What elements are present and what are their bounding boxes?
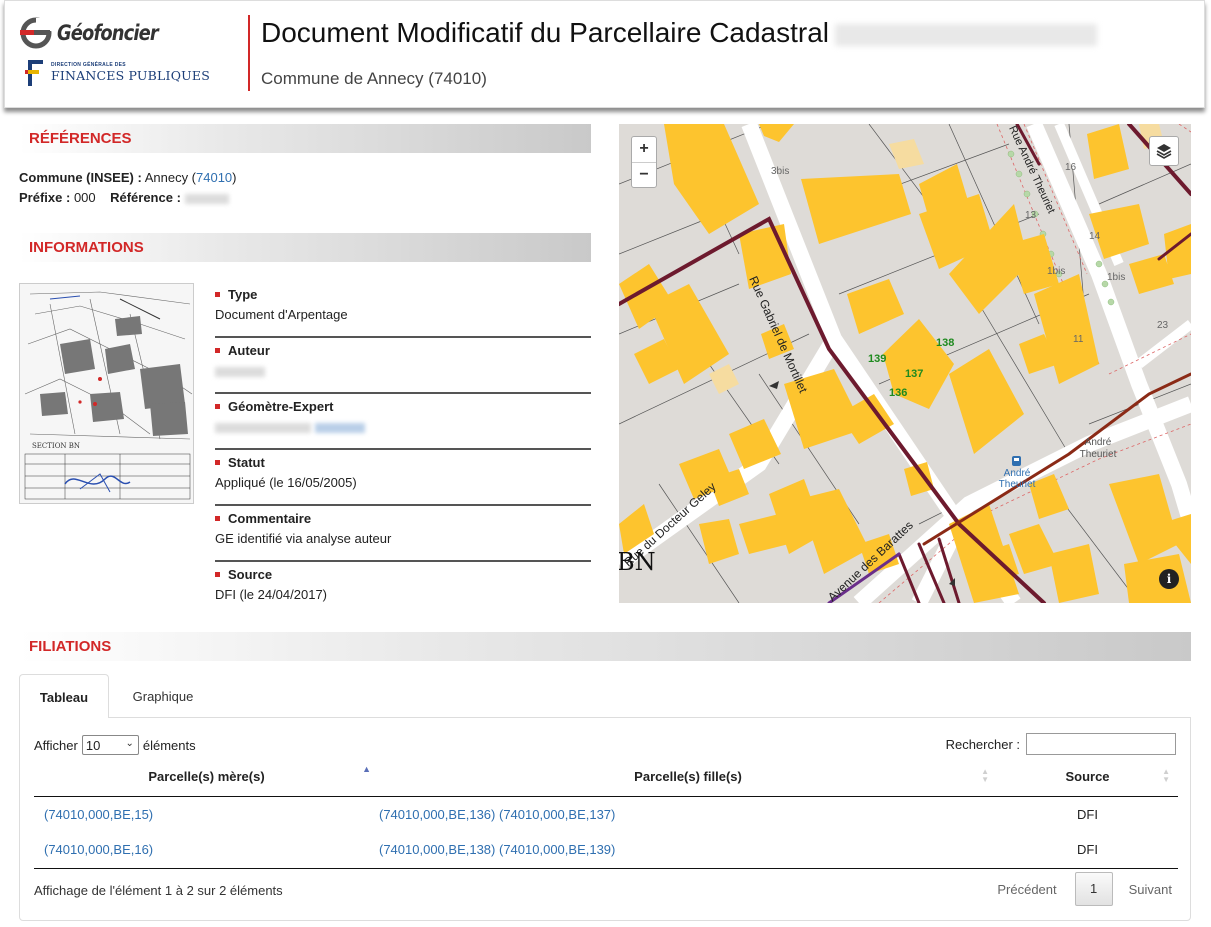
source-cell: DFI [997, 832, 1178, 869]
house-number: 14 [1089, 231, 1101, 242]
filiations-panel: Tableau Graphique Afficher 10 ⌄ éléments… [19, 674, 1191, 921]
tab-tableau-content: Afficher 10 ⌄ éléments Rechercher : Parc… [19, 717, 1191, 921]
info-statut: Statut Appliqué (le 16/05/2005) [215, 450, 591, 506]
table-search: Rechercher : [946, 733, 1176, 755]
zoom-out-button[interactable]: − [632, 163, 656, 189]
parcel-label-137[interactable]: 137 [905, 368, 923, 380]
bus-stop-label: André Theuriet [998, 468, 1036, 490]
table-row: (74010,000,BE,15) (74010,000,BE,136) (74… [34, 796, 1178, 832]
house-number: 3bis [771, 166, 790, 177]
pagination: Précédent 1 Suivant [997, 872, 1172, 906]
sort-ascending-icon: ▲ [362, 764, 371, 774]
redacted-author [215, 366, 265, 377]
header-divider [248, 15, 250, 91]
page-subtitle: Commune de Annecy (74010) [261, 69, 487, 88]
column-header-source[interactable]: Source ▲ ▼ [997, 758, 1178, 797]
redacted-reference [835, 23, 1098, 46]
sort-icon: ▲ ▼ [981, 767, 989, 784]
house-number: 1bis [1107, 272, 1126, 283]
next-button[interactable]: Suivant [1129, 882, 1172, 897]
references-section-bar: RÉFÉRENCES [19, 124, 591, 153]
info-type: Type Document d'Arpentage [215, 282, 591, 338]
redacted-geometre-name [215, 422, 311, 433]
dgfip-big-text: FINANCES PUBLIQUES [51, 68, 210, 84]
layers-button[interactable] [1149, 136, 1179, 166]
informations-section-bar: INFORMATIONS [19, 233, 591, 262]
table-row: (74010,000,BE,16) (74010,000,BE,138) (74… [34, 832, 1178, 869]
informations-heading: INFORMATIONS [29, 239, 144, 256]
previous-button[interactable]: Précédent [997, 882, 1056, 897]
house-number: 13 [1025, 210, 1037, 221]
column-header-filles[interactable]: Parcelle(s) fille(s) ▲ ▼ [379, 758, 997, 797]
page-1-button[interactable]: 1 [1074, 872, 1113, 906]
logos: Géofoncier DIRECTION GÉNÉRALE DES FINANC… [19, 13, 239, 98]
zoom-control: + − [631, 136, 657, 188]
info-commentaire: Commentaire GE identifié via analyse aut… [215, 506, 591, 562]
parcel-label-136[interactable]: 136 [889, 387, 907, 399]
info-auteur: Auteur [215, 338, 591, 394]
house-number: 1bis [1047, 266, 1066, 277]
tab-graphique[interactable]: Graphique [109, 674, 217, 718]
info-source: Source DFI (le 24/04/2017) [215, 567, 328, 602]
zoom-in-button[interactable]: + [632, 137, 656, 163]
info-geometre: Géomètre-Expert [215, 394, 591, 450]
house-number: 11 [1073, 334, 1084, 345]
layers-icon [1156, 144, 1172, 159]
geofoncier-logo[interactable]: Géofoncier [19, 15, 176, 51]
cadastral-map[interactable]: Rue Gabriel de Mortillet Rue du Docteur … [619, 124, 1191, 603]
search-input[interactable] [1026, 733, 1176, 755]
information-list: Type Document d'Arpentage Auteur Géomètr… [215, 282, 591, 618]
parcel-link[interactable]: (74010,000,BE,137) [499, 807, 615, 822]
filiations-heading: FILIATIONS [29, 638, 112, 655]
source-cell: DFI [1077, 806, 1098, 822]
parcel-link[interactable]: (74010,000,BE,15) [44, 807, 153, 822]
bus-stop-icon [1012, 456, 1021, 466]
chevron-down-icon: ⌄ [125, 738, 134, 749]
page-length-control: Afficher 10 ⌄ éléments [34, 735, 196, 755]
dgfip-mark-icon [25, 58, 45, 88]
page-header: Géofoncier DIRECTION GÉNÉRALE DES FINANC… [4, 0, 1205, 108]
house-number: 16 [1065, 162, 1077, 173]
commune-line: Commune (INSEE) : Annecy (74010) [19, 170, 237, 185]
document-thumbnail[interactable]: SECTION BN [19, 283, 194, 504]
tab-tableau[interactable]: Tableau [19, 674, 109, 718]
place-label-theuriet: André Theuriet [1079, 437, 1117, 460]
parcel-link[interactable]: (74010,000,BE,138) [379, 842, 495, 857]
parcel-link[interactable]: (74010,000,BE,139) [499, 842, 615, 857]
parcel-label-138[interactable]: 138 [936, 337, 954, 349]
redacted-geometre-link[interactable] [315, 422, 365, 433]
house-number: 23 [1157, 320, 1169, 331]
map-info-button[interactable]: i [1159, 569, 1179, 589]
column-header-meres[interactable]: Parcelle(s) mère(s) ▲ [34, 758, 379, 797]
geofoncier-mark-icon [19, 16, 53, 50]
prefixe-line: Préfixe : 000 Référence : [19, 190, 229, 205]
parcel-link[interactable]: (74010,000,BE,136) [379, 807, 495, 822]
page-length-select[interactable]: 10 ⌄ [81, 735, 139, 755]
commune-code-link[interactable]: 74010 [196, 170, 232, 185]
svg-text:SECTION BN: SECTION BN [32, 442, 80, 450]
dgfip-logo[interactable]: DIRECTION GÉNÉRALE DES FINANCES PUBLIQUE… [25, 58, 210, 88]
filiations-table: Parcelle(s) mère(s) ▲ Parcelle(s) fille(… [34, 758, 1178, 869]
table-info: Affichage de l'élément 1 à 2 sur 2 éléme… [34, 883, 283, 898]
parcel-label-139[interactable]: 139 [868, 353, 886, 365]
page-title: Document Modificatif du Parcellaire Cada… [261, 17, 1098, 49]
section-label: BN [619, 548, 656, 576]
geofoncier-brand: Géofoncier [57, 21, 159, 45]
parcel-link[interactable]: (74010,000,BE,16) [44, 842, 153, 857]
redacted-reference-value [184, 193, 229, 204]
filiations-section-bar: FILIATIONS [19, 632, 1191, 661]
references-heading: RÉFÉRENCES [29, 130, 132, 147]
sort-icon: ▲ ▼ [1162, 767, 1170, 784]
